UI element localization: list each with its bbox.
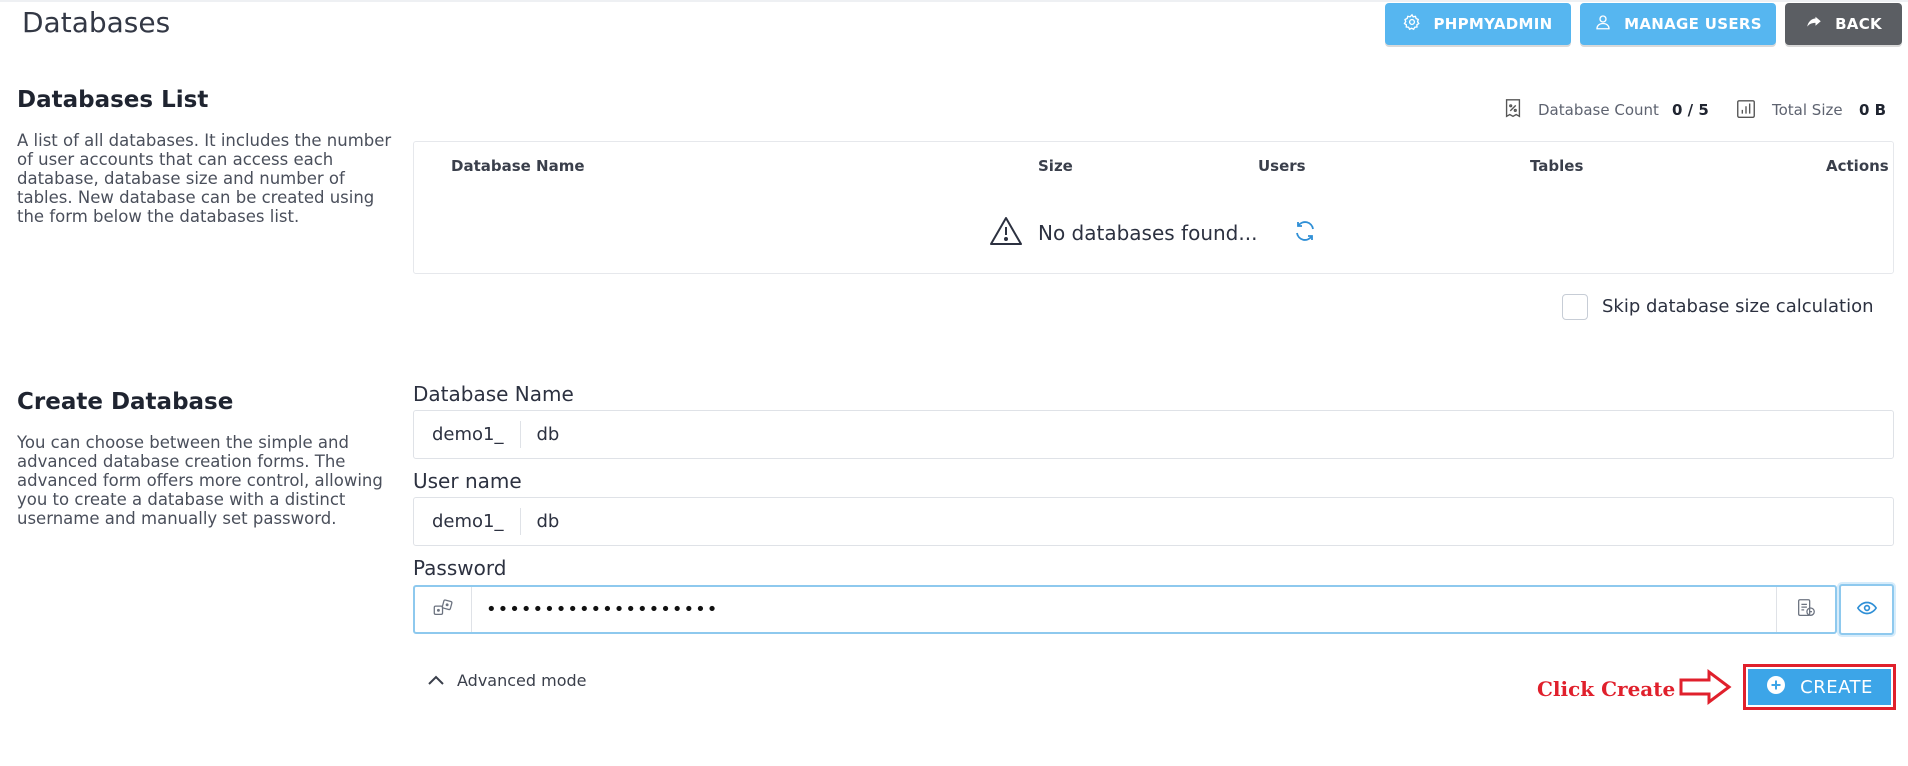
gear-icon [1403,13,1421,35]
column-header-database-name[interactable]: Database Name [451,157,585,175]
create-database-description: You can choose between the simple and ad… [17,433,383,528]
user-name-field[interactable]: demo1_ db [413,497,1894,546]
skip-size-checkbox[interactable] [1562,294,1588,320]
page-title: Databases [22,6,171,39]
database-name-input[interactable]: db [521,424,560,445]
phpmyadmin-label: PHPMYADMIN [1433,15,1553,33]
empty-state: No databases found... [988,215,1317,251]
password-label: Password [413,556,507,580]
user-name-prefix: demo1_ [414,508,521,535]
total-size-label: Total Size [1772,101,1843,119]
toggle-password-visibility-button[interactable] [1839,584,1894,635]
databases-list-title: Databases List [17,87,209,113]
top-divider [0,0,1908,2]
advanced-mode-label: Advanced mode [457,671,587,690]
databases-list-description: A list of all databases. It includes the… [17,131,392,226]
column-header-users[interactable]: Users [1258,157,1306,175]
password-field[interactable]: •••••••••••••••••••• [413,585,1837,634]
manage-users-button[interactable]: MANAGE USERS [1580,3,1776,45]
dice-icon [432,597,454,623]
total-size-icon [1735,98,1757,124]
column-header-actions: Actions [1826,157,1889,175]
annotation-arrow-icon [1678,669,1732,709]
database-count-icon [1502,98,1524,124]
password-input[interactable]: •••••••••••••••••••• [472,599,1776,620]
create-button[interactable]: CREATE [1748,669,1891,705]
plus-circle-icon [1766,675,1786,700]
clipboard-icon [1795,597,1817,623]
total-size-value: 0 B [1859,101,1887,119]
chevron-up-icon [427,671,445,690]
user-icon [1594,13,1612,35]
copy-password-button[interactable] [1776,587,1835,632]
annotation-click-create: Click Create [1537,677,1676,701]
database-name-label: Database Name [413,382,574,406]
database-name-prefix: demo1_ [414,421,521,448]
warning-icon [988,215,1024,251]
user-name-input[interactable]: db [521,511,560,532]
share-arrow-icon [1805,13,1823,35]
back-button[interactable]: BACK [1785,3,1902,45]
back-label: BACK [1835,15,1882,33]
generate-password-button[interactable] [415,587,472,632]
refresh-icon[interactable] [1293,219,1317,247]
database-name-field[interactable]: demo1_ db [413,410,1894,459]
empty-message: No databases found... [1038,221,1258,245]
user-name-label: User name [413,469,522,493]
database-count-value: 0 / 5 [1672,101,1709,119]
database-count-label: Database Count [1538,101,1659,119]
eye-icon [1856,597,1878,623]
create-database-title: Create Database [17,389,234,415]
phpmyadmin-button[interactable]: PHPMYADMIN [1385,3,1571,45]
column-header-tables[interactable]: Tables [1530,157,1583,175]
advanced-mode-toggle[interactable]: Advanced mode [427,671,587,690]
create-label: CREATE [1800,676,1873,698]
skip-size-label[interactable]: Skip database size calculation [1602,296,1874,317]
manage-users-label: MANAGE USERS [1624,15,1762,33]
databases-table [413,141,1894,274]
column-header-size[interactable]: Size [1038,157,1073,175]
